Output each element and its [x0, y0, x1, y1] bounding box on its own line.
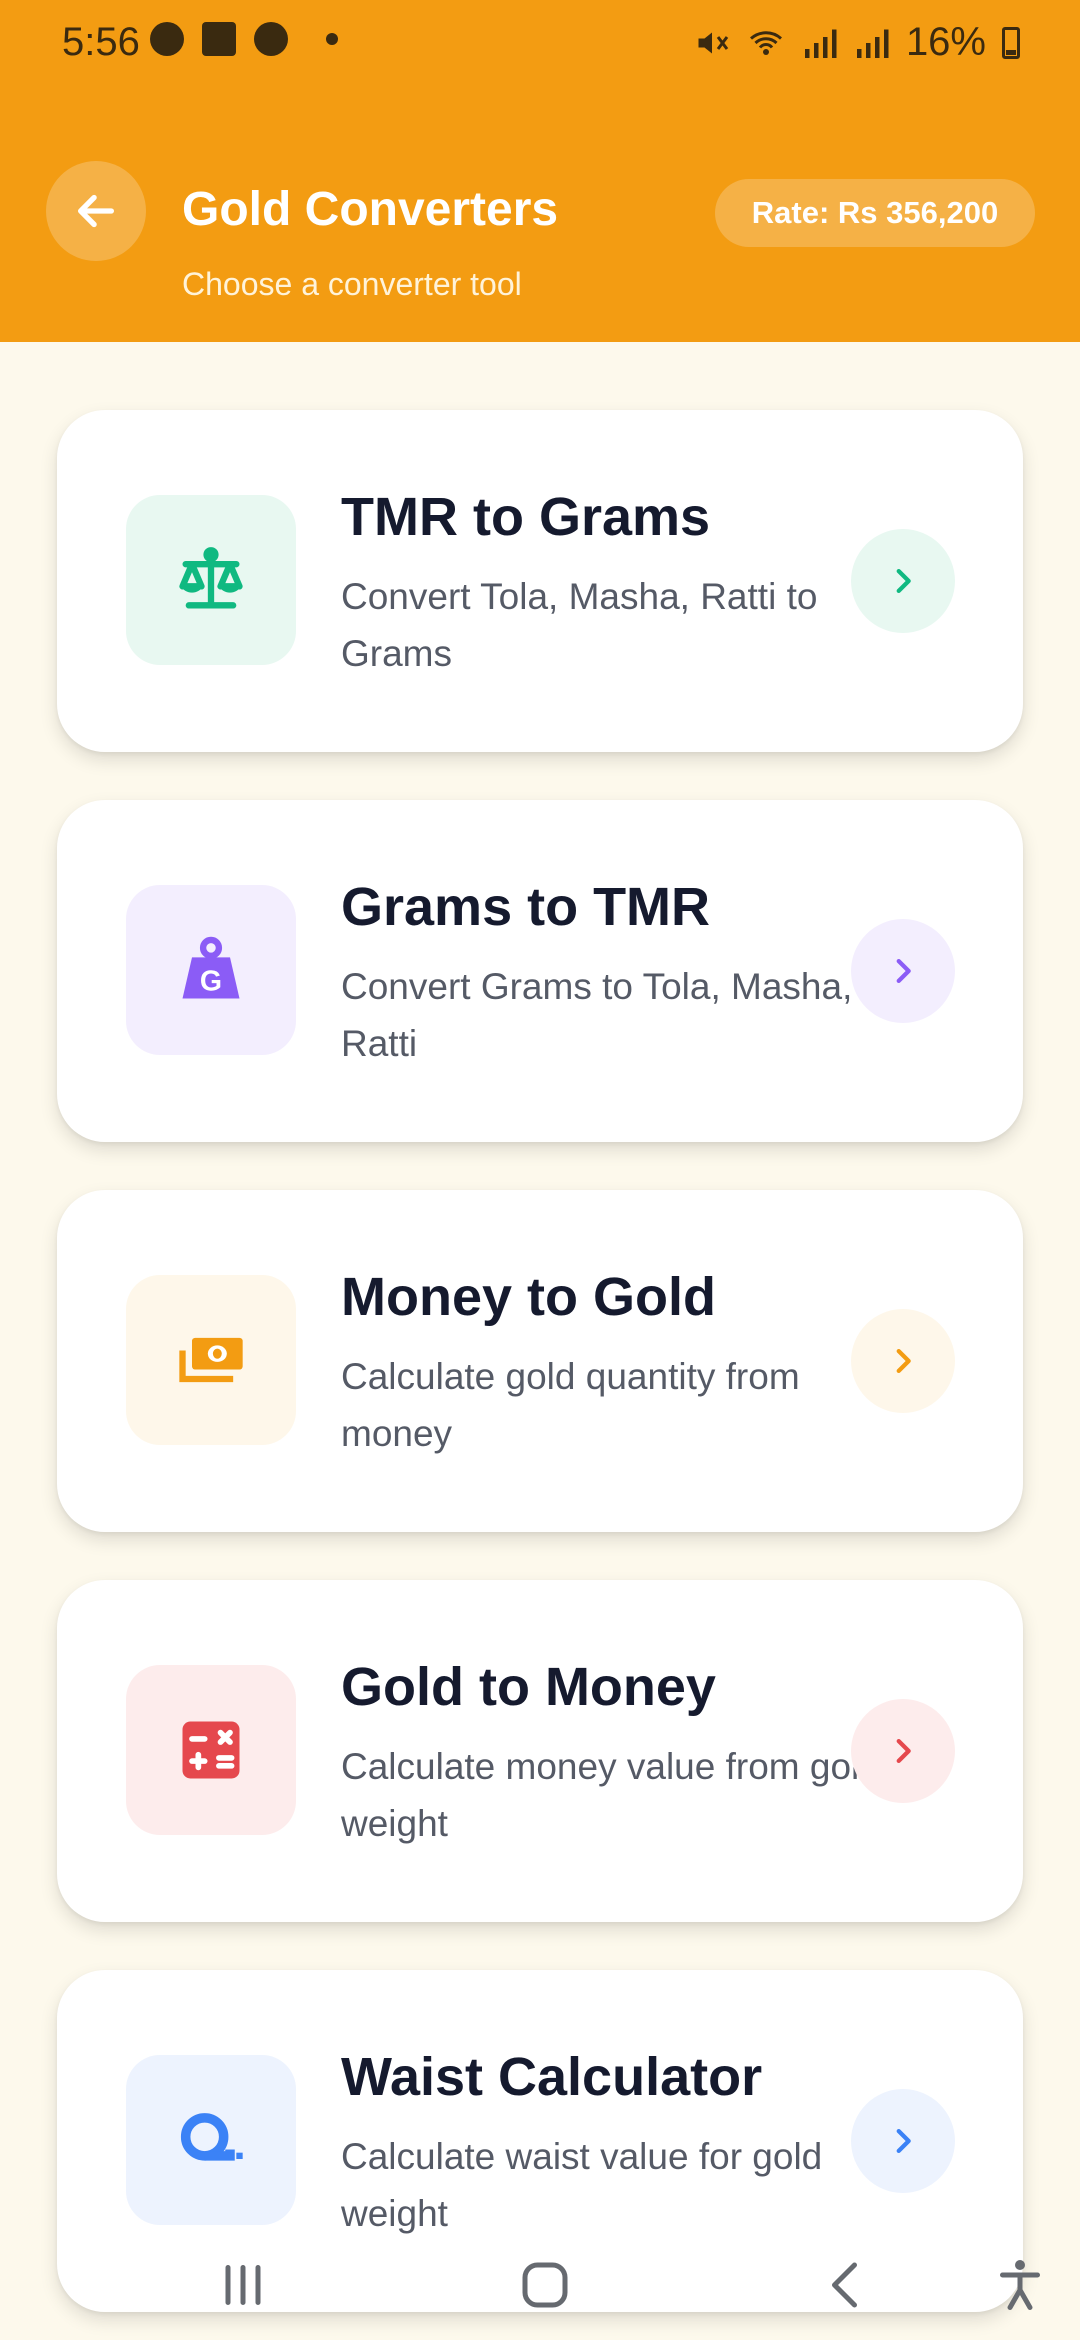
- status-time: 5:56: [62, 20, 140, 64]
- card-title: Grams to TMR: [341, 877, 711, 937]
- chevron-right-button[interactable]: [851, 1309, 955, 1413]
- home-icon: [522, 2262, 568, 2308]
- card-title: Money to Gold: [341, 1267, 716, 1327]
- card-icon-box: [126, 2055, 296, 2225]
- card-icon-box: [126, 1665, 296, 1835]
- recent-apps-icon: [225, 2265, 261, 2305]
- card-description: Calculate money value from gold weight: [341, 1746, 880, 1844]
- chevron-right-button[interactable]: [851, 1699, 955, 1803]
- battery-icon: [1002, 26, 1020, 59]
- chevron-right-icon: [896, 1348, 911, 1374]
- calculator-icon: [182, 1721, 240, 1779]
- svg-text:G: G: [200, 966, 222, 998]
- chevron-right-button[interactable]: [851, 2089, 955, 2193]
- signal-icon: [804, 29, 837, 58]
- back-button[interactable]: [46, 161, 146, 261]
- accessibility-button[interactable]: [985, 2250, 1055, 2320]
- page-subtitle: Choose a converter tool: [182, 266, 522, 302]
- facebook-icon: [254, 22, 288, 56]
- card-title: TMR to Grams: [341, 487, 711, 547]
- converter-card-grams-to-tmr[interactable]: G Grams to TMR Convert Grams to Tola, Ma…: [57, 800, 1023, 1142]
- chevron-right-icon: [896, 568, 911, 594]
- card-title: Gold to Money: [341, 1657, 716, 1717]
- arrow-left-icon: [77, 194, 115, 228]
- status-bar: 5:56 16%: [0, 0, 1080, 84]
- recent-apps-button[interactable]: [208, 2250, 278, 2320]
- signal-icon-2: [856, 29, 889, 58]
- chevron-right-icon: [896, 958, 911, 984]
- card-icon-box: [126, 1275, 296, 1445]
- card-icon-box: [126, 495, 296, 665]
- weight-icon: G: [182, 936, 240, 999]
- chevron-right-button[interactable]: [851, 919, 955, 1023]
- converter-card-tmr-to-grams[interactable]: TMR to Grams Convert Tola, Masha, Ratti …: [57, 410, 1023, 752]
- image-notification-icon: [202, 22, 236, 56]
- app-header: 5:56 16% Gold Converters Choose a conver…: [0, 0, 1080, 342]
- tape-measure-icon: [180, 2113, 243, 2161]
- system-nav-bar: [0, 2230, 1080, 2340]
- converter-card-gold-to-money[interactable]: Gold to Money Calculate money value from…: [57, 1580, 1023, 1922]
- chevron-left-icon: [832, 2262, 857, 2308]
- notification-icons: [150, 22, 338, 56]
- chevron-right-icon: [896, 2128, 911, 2154]
- card-title: Waist Calculator: [341, 2047, 763, 2107]
- card-description: Convert Grams to Tola, Masha, Ratti: [341, 966, 853, 1064]
- system-status-icons: 16%: [694, 20, 1020, 65]
- wifi-icon: [749, 30, 782, 55]
- money-icon: [179, 1337, 243, 1383]
- mute-icon: [698, 32, 729, 53]
- card-description: Calculate gold quantity from money: [341, 1356, 800, 1454]
- accessibility-icon: [1000, 2260, 1040, 2310]
- home-button[interactable]: [510, 2250, 580, 2320]
- app-notification-icon: [150, 22, 184, 56]
- scale-icon: [179, 547, 243, 609]
- page-title: Gold Converters: [182, 183, 559, 236]
- battery-percent: 16%: [905, 20, 986, 64]
- card-description: Calculate waist value for gold weight: [341, 2136, 823, 2234]
- more-notifications-dot-icon: [326, 33, 338, 45]
- system-back-button[interactable]: [812, 2250, 882, 2320]
- converter-card-money-to-gold[interactable]: Money to Gold Calculate gold quantity fr…: [57, 1190, 1023, 1532]
- chevron-right-button[interactable]: [851, 529, 955, 633]
- chevron-right-icon: [896, 1738, 911, 1764]
- card-description: Convert Tola, Masha, Ratti to Grams: [341, 576, 818, 674]
- card-icon-box: G: [126, 885, 296, 1055]
- gold-rate-badge: Rate: Rs 356,200: [715, 179, 1035, 247]
